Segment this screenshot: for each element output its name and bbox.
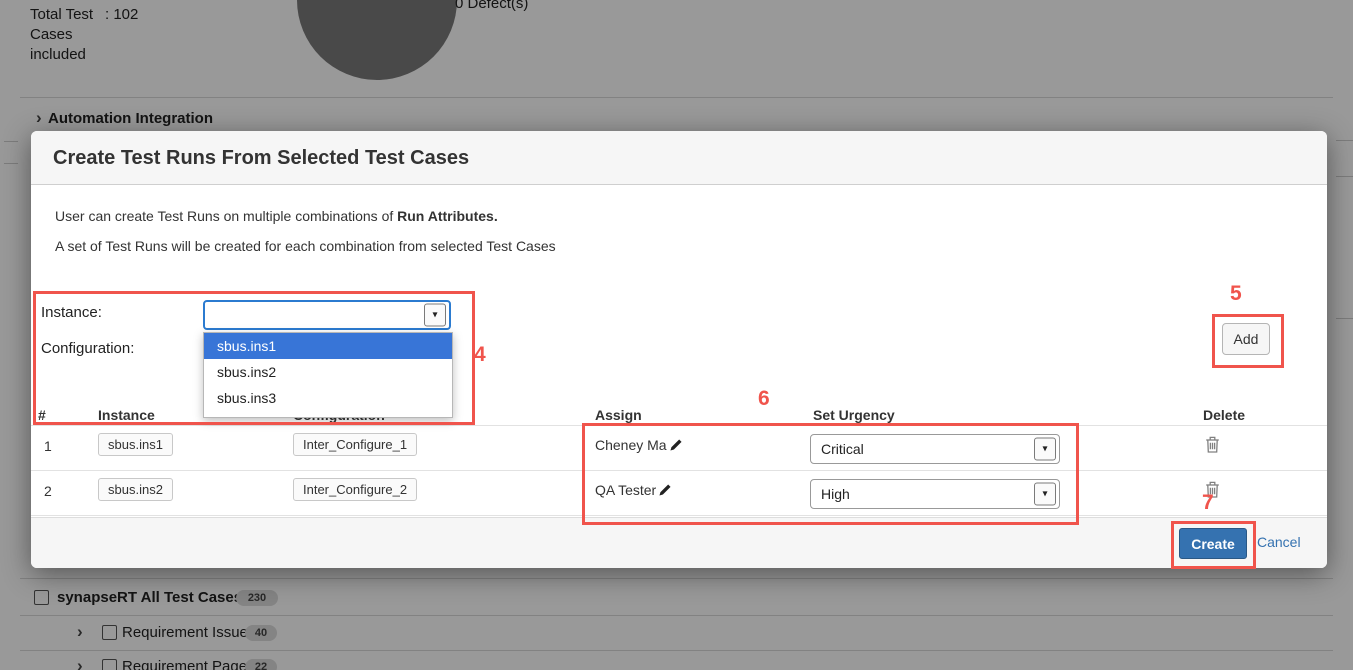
- chevron-down-icon[interactable]: ▾: [1034, 438, 1056, 461]
- dropdown-option-sbus-ins2[interactable]: sbus.ins2: [204, 359, 452, 385]
- modal-title: Create Test Runs From Selected Test Case…: [53, 131, 469, 185]
- instance-dropdown-list: sbus.ins1 sbus.ins2 sbus.ins3: [203, 332, 453, 418]
- assignee-name: QA Tester: [595, 482, 656, 498]
- instance-tag: sbus.ins1: [98, 433, 173, 456]
- delete-trash-icon[interactable]: [1205, 436, 1220, 453]
- edit-pencil-icon[interactable]: [659, 483, 671, 499]
- annotation-number-6: 6: [758, 387, 770, 411]
- screen: Duration : Total Test : 102 Cases includ…: [0, 0, 1353, 670]
- chevron-down-icon[interactable]: ▾: [1034, 483, 1056, 506]
- configuration-tag: Inter_Configure_2: [293, 478, 417, 501]
- urgency-select-value: High: [821, 486, 850, 502]
- divider: [31, 470, 1327, 471]
- intro-line-2: A set of Test Runs will be created for e…: [55, 238, 556, 254]
- col-header-num: #: [38, 407, 46, 423]
- instance-label: Instance:: [41, 304, 102, 321]
- edit-pencil-icon[interactable]: [670, 438, 682, 454]
- assignee-field[interactable]: QA Tester: [595, 482, 671, 499]
- intro-line-1-bold: Run Attributes.: [397, 208, 498, 224]
- urgency-select[interactable]: Critical ▾: [810, 434, 1060, 464]
- dropdown-option-sbus-ins3[interactable]: sbus.ins3: [204, 385, 452, 411]
- row-number: 1: [44, 438, 52, 454]
- configuration-tag: Inter_Configure_1: [293, 433, 417, 456]
- annotation-number-4: 4: [474, 343, 486, 367]
- col-header-set-urgency: Set Urgency: [813, 407, 895, 423]
- annotation-number-5: 5: [1230, 282, 1242, 306]
- chevron-down-icon[interactable]: ▾: [424, 304, 446, 327]
- modal-header: Create Test Runs From Selected Test Case…: [31, 131, 1327, 185]
- add-button[interactable]: Add: [1222, 323, 1270, 355]
- assignee-name: Cheney Ma: [595, 437, 667, 453]
- annotation-number-7: 7: [1202, 491, 1214, 515]
- dropdown-option-sbus-ins1[interactable]: sbus.ins1: [204, 333, 452, 359]
- instance-select[interactable]: ▾: [203, 300, 451, 330]
- intro-line-1: User can create Test Runs on multiple co…: [55, 208, 498, 224]
- assignee-field[interactable]: Cheney Ma: [595, 437, 682, 454]
- urgency-select[interactable]: High ▾: [810, 479, 1060, 509]
- col-header-delete: Delete: [1203, 407, 1245, 423]
- col-header-assign: Assign: [595, 407, 642, 423]
- row-number: 2: [44, 483, 52, 499]
- cancel-link[interactable]: Cancel: [1257, 534, 1301, 550]
- col-header-instance: Instance: [98, 407, 155, 423]
- intro-line-1-text: User can create Test Runs on multiple co…: [55, 208, 397, 224]
- modal-footer: [31, 517, 1327, 568]
- create-test-runs-modal: Create Test Runs From Selected Test Case…: [31, 131, 1327, 568]
- configuration-label: Configuration:: [41, 340, 134, 357]
- divider: [31, 515, 1327, 516]
- urgency-select-value: Critical: [821, 441, 864, 457]
- create-button[interactable]: Create: [1179, 528, 1247, 559]
- instance-tag: sbus.ins2: [98, 478, 173, 501]
- divider: [31, 425, 1327, 426]
